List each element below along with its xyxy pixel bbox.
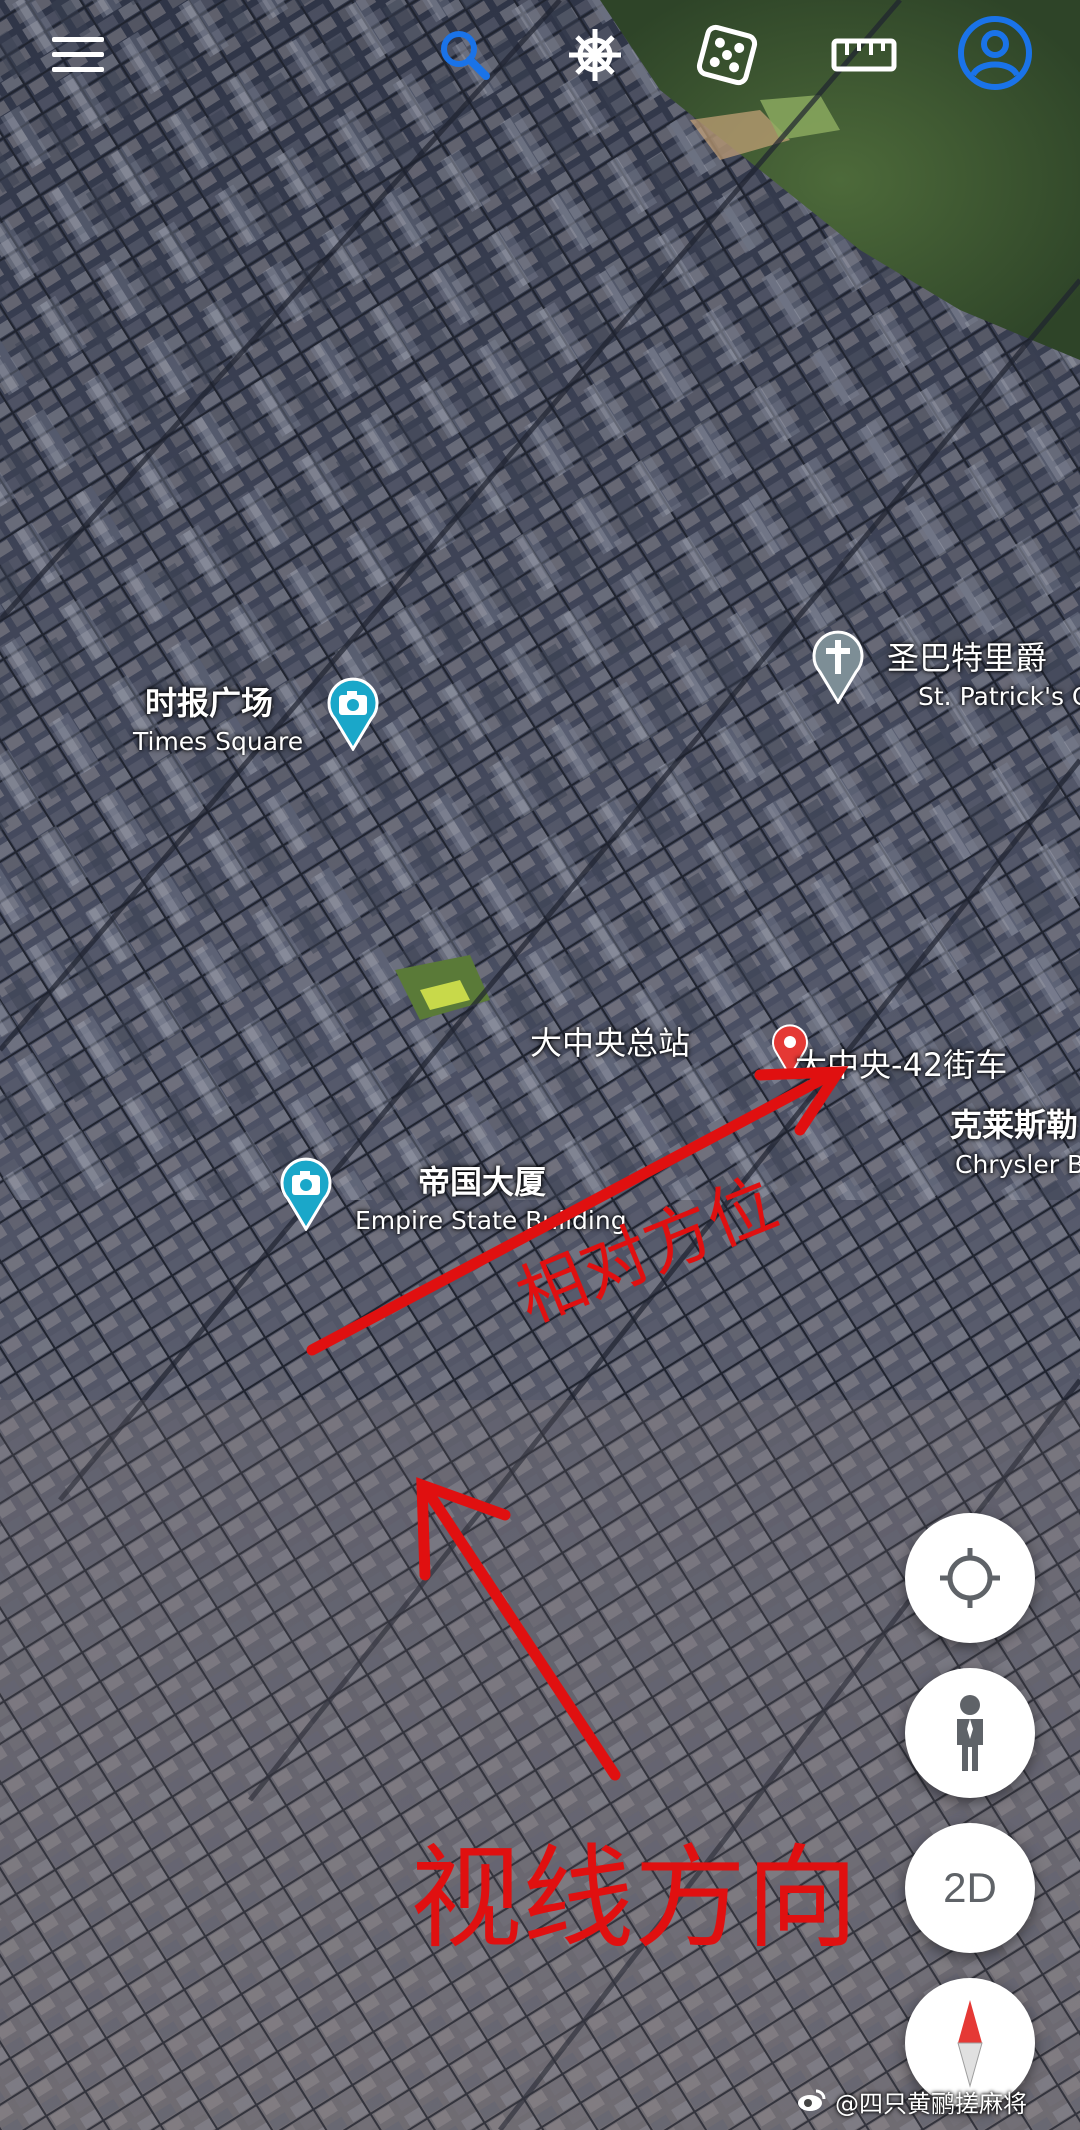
compass-icon bbox=[957, 2000, 983, 2088]
line-of-sight-annotation: 视线方向 bbox=[410, 1834, 858, 1964]
my-location-button[interactable] bbox=[905, 1513, 1035, 1643]
view-mode-2d-button[interactable]: 2D bbox=[905, 1823, 1035, 1953]
weibo-logo-icon bbox=[795, 2085, 827, 2115]
street-view-button[interactable] bbox=[905, 1668, 1035, 1798]
watermark-text: @四只黄鹂搓麻将 bbox=[835, 2090, 1027, 2118]
line-of-sight-arrow bbox=[424, 1489, 621, 1781]
pegman-icon bbox=[957, 1695, 983, 1771]
view-mode-label: 2D bbox=[943, 1864, 997, 1911]
crosshair-icon bbox=[940, 1548, 1000, 1608]
google-earth-screen: 时报广场 Times Square 圣巴特里爵 St. Patrick's C … bbox=[0, 0, 1080, 2130]
